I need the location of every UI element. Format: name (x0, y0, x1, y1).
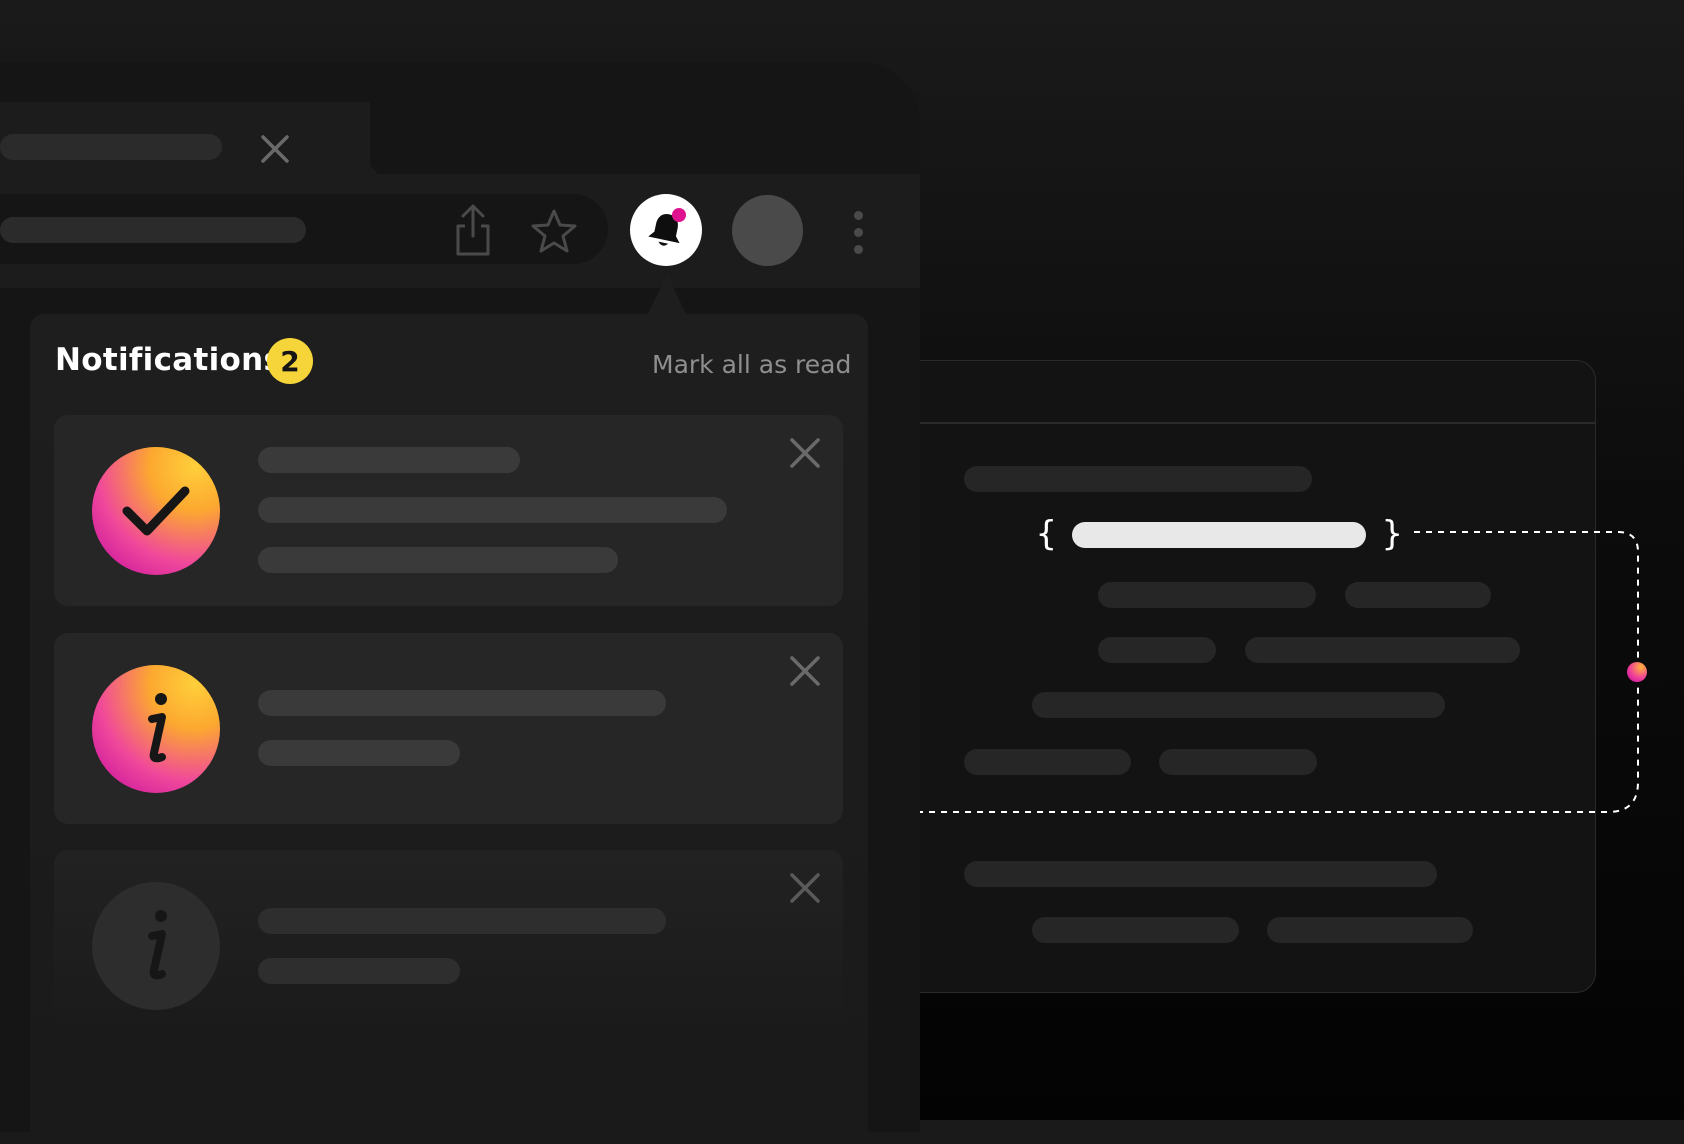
notification-indicator (672, 208, 686, 222)
notification-card[interactable] (54, 415, 843, 606)
notification-card[interactable] (54, 633, 843, 824)
close-icon[interactable] (789, 437, 821, 469)
notification-title-line (258, 908, 666, 934)
notification-title-line (258, 447, 520, 473)
tab-edge (310, 102, 380, 176)
success-icon (92, 447, 220, 575)
panel-pointer (648, 274, 686, 314)
unread-count-badge: 2 (267, 338, 313, 384)
notification-body-line (258, 740, 460, 766)
notification-card[interactable] (54, 850, 843, 1041)
connector-dot (1627, 662, 1647, 682)
code-panel-header-divider (901, 422, 1595, 424)
info-icon (92, 665, 220, 793)
star-icon[interactable] (530, 208, 578, 254)
code-line (1032, 917, 1239, 943)
tab-close-icon[interactable] (260, 134, 290, 164)
tab-title (0, 134, 222, 160)
address-bar-text (0, 217, 306, 243)
share-icon[interactable] (454, 202, 492, 258)
avatar[interactable] (732, 195, 803, 266)
notifications-button[interactable] (630, 194, 702, 266)
dashed-connector (900, 531, 1639, 813)
close-icon[interactable] (789, 655, 821, 687)
close-icon[interactable] (789, 872, 821, 904)
more-vertical-icon[interactable] (854, 211, 864, 255)
notification-title-line (258, 690, 666, 716)
notification-body-line (258, 547, 618, 573)
code-line (1267, 917, 1473, 943)
notification-body-line (258, 958, 460, 984)
mark-all-read-button[interactable]: Mark all as read (652, 350, 851, 379)
panel-title: Notifications (55, 342, 283, 378)
checkmark-icon (122, 486, 190, 536)
code-line (964, 466, 1312, 492)
code-line (964, 861, 1437, 887)
notification-body-line (258, 497, 727, 523)
info-icon (92, 882, 220, 1010)
